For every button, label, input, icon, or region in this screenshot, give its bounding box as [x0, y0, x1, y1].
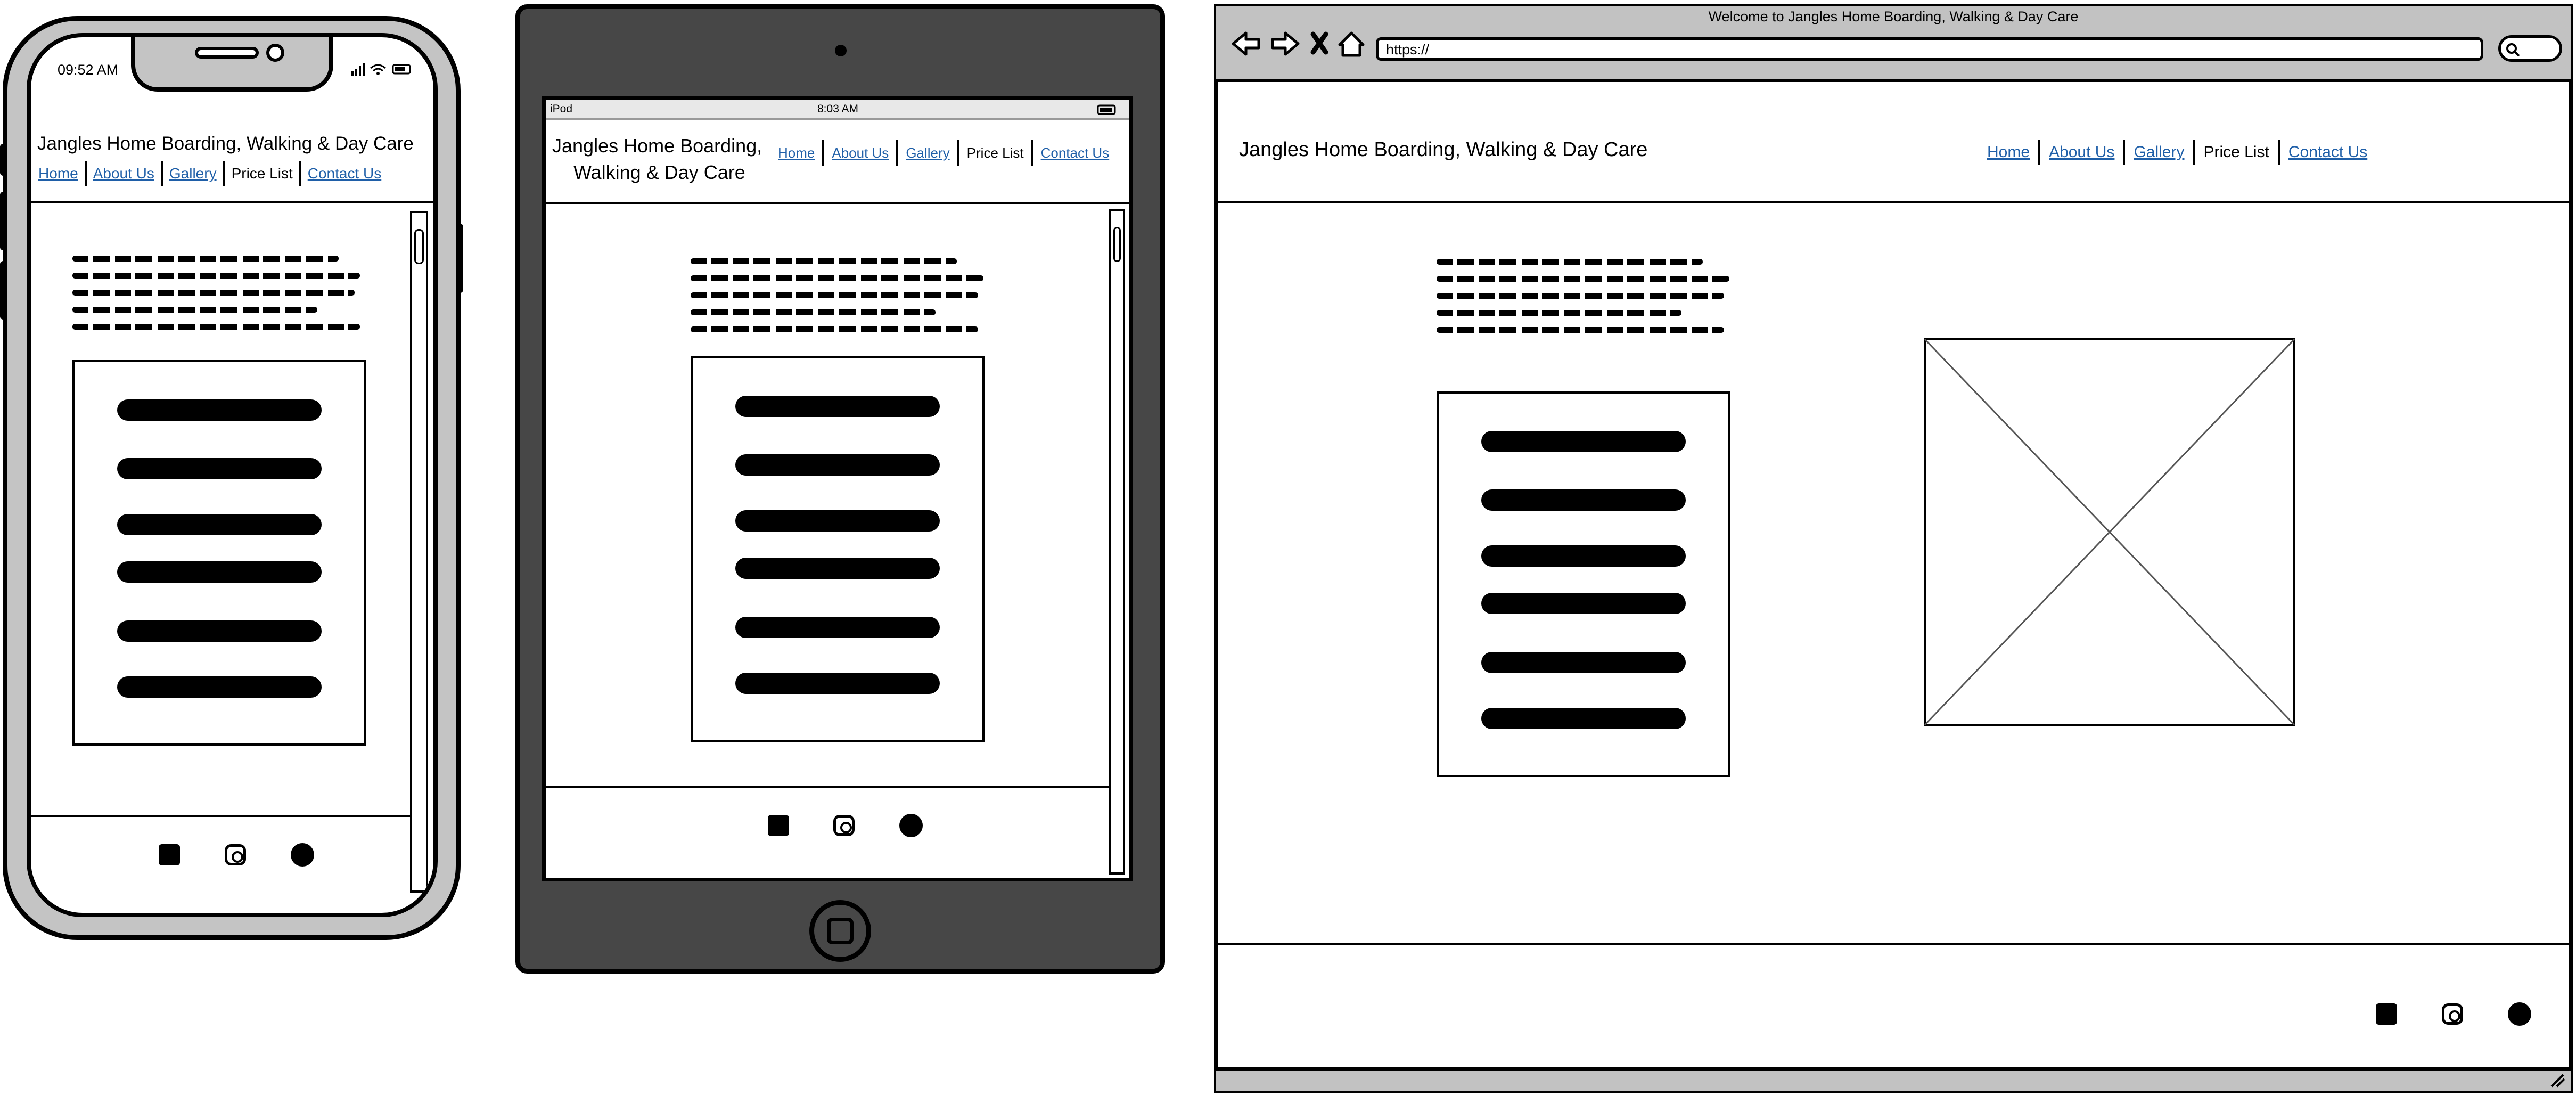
nav-home[interactable]: Home — [778, 145, 815, 161]
back-icon[interactable] — [1232, 31, 1260, 56]
nav-contact-us[interactable]: Contact Us — [308, 165, 382, 182]
price-list-card — [691, 356, 985, 742]
header-divider — [1216, 201, 2571, 203]
nav-contact-us[interactable]: Contact Us — [1041, 145, 1110, 161]
battery-icon — [1097, 104, 1116, 115]
nav-home[interactable]: Home — [38, 165, 78, 182]
close-icon[interactable] — [1310, 31, 1328, 55]
image-placeholder — [1924, 338, 2295, 726]
phone-notch — [131, 37, 333, 92]
clock-icon[interactable] — [899, 814, 923, 837]
nav-divider — [957, 140, 959, 166]
nav-gallery[interactable]: Gallery — [906, 145, 949, 161]
status-time: 8:03 AM — [817, 103, 859, 115]
main-nav: Home About Us Gallery Price List Contact… — [38, 161, 381, 186]
site-title: Jangles Home Boarding, Walking & Day Car… — [1239, 138, 1648, 161]
status-icons — [350, 61, 414, 77]
nav-controls — [1232, 31, 1365, 57]
vertical-scrollbar[interactable] — [410, 211, 428, 893]
nav-divider — [299, 161, 301, 186]
forward-icon[interactable] — [1271, 31, 1300, 56]
nav-about-us[interactable]: About Us — [93, 165, 154, 182]
camera-icon — [266, 44, 284, 62]
clock-icon[interactable] — [2508, 1002, 2531, 1026]
scrollbar-thumb[interactable] — [414, 229, 424, 264]
speaker-icon — [195, 47, 259, 59]
nav-contact-us[interactable]: Contact Us — [2288, 143, 2367, 161]
phone-side-button — [0, 144, 6, 176]
nav-divider — [223, 161, 225, 186]
signal-wifi-battery-icon — [351, 63, 411, 76]
nav-about-us[interactable]: About Us — [2049, 143, 2114, 161]
nav-divider — [896, 140, 899, 166]
device-label: iPod — [550, 103, 573, 115]
nav-home[interactable]: Home — [1987, 143, 2030, 161]
nav-divider — [2038, 140, 2041, 165]
site-title-line1: Jangles Home Boarding, — [552, 135, 762, 157]
intro-paragraph — [691, 258, 983, 344]
resize-handle-icon[interactable] — [2548, 1073, 2566, 1089]
tablet-screen: iPod 8:03 AM Jangles Home Boarding, Walk… — [542, 96, 1133, 881]
site-title-line2: Walking & Day Care — [573, 161, 745, 183]
main-nav: Home About Us Gallery Price List Contact… — [778, 140, 1109, 166]
search-icon — [2506, 43, 2520, 57]
nav-gallery[interactable]: Gallery — [2134, 143, 2184, 161]
nav-gallery[interactable]: Gallery — [169, 165, 217, 182]
phone-volume-up — [0, 192, 6, 250]
clock-icon[interactable] — [291, 843, 314, 867]
nav-divider — [1031, 140, 1033, 166]
home-button-icon — [827, 918, 854, 944]
phone-power-button — [457, 224, 463, 293]
phone-volume-down — [0, 261, 6, 320]
footer-divider — [1216, 943, 2571, 945]
nav-about-us[interactable]: About Us — [832, 145, 889, 161]
price-list-card — [1437, 391, 1730, 777]
browser-window — [1214, 4, 2573, 1093]
camera-icon — [835, 45, 847, 56]
nav-divider — [822, 140, 825, 166]
site-title: Jangles Home Boarding, Walking & Day Car… — [37, 133, 414, 154]
intro-paragraph — [1437, 259, 1729, 344]
header-divider — [546, 202, 1129, 204]
facebook-icon[interactable] — [159, 844, 180, 865]
nav-divider — [2193, 140, 2195, 165]
instagram-icon[interactable] — [225, 844, 246, 865]
nav-price-list[interactable]: Price List — [232, 165, 293, 182]
scrollbar-thumb[interactable] — [1113, 227, 1121, 262]
facebook-icon[interactable] — [768, 815, 789, 836]
instagram-icon[interactable] — [833, 815, 855, 836]
nav-divider — [84, 161, 87, 186]
home-icon[interactable] — [1338, 31, 1365, 57]
footer-divider — [31, 815, 410, 817]
search-box[interactable] — [2498, 35, 2562, 62]
address-bar[interactable]: https:// — [1376, 37, 2483, 61]
footer-divider — [546, 786, 1109, 788]
vertical-scrollbar[interactable] — [1109, 209, 1125, 875]
tablet-status-bar: iPod 8:03 AM — [546, 100, 1129, 120]
nav-divider — [2277, 140, 2280, 165]
nav-divider — [2123, 140, 2126, 165]
header-divider — [31, 201, 433, 203]
status-time: 09:52 AM — [58, 62, 119, 78]
phone-screen: 09:52 AM Jangles Home Boarding, Walking … — [27, 33, 438, 917]
intro-paragraph — [72, 256, 360, 341]
browser-status-bar — [1216, 1067, 2571, 1091]
instagram-icon[interactable] — [2442, 1003, 2463, 1025]
main-nav: Home About Us Gallery Price List Contact… — [1987, 140, 2367, 165]
nav-price-list[interactable]: Price List — [2203, 143, 2269, 161]
nav-divider — [160, 161, 163, 186]
nav-price-list[interactable]: Price List — [967, 145, 1024, 161]
facebook-icon[interactable] — [2376, 1003, 2397, 1025]
price-list-card — [72, 360, 366, 746]
window-title: Welcome to Jangles Home Boarding, Walkin… — [1708, 9, 2079, 24]
